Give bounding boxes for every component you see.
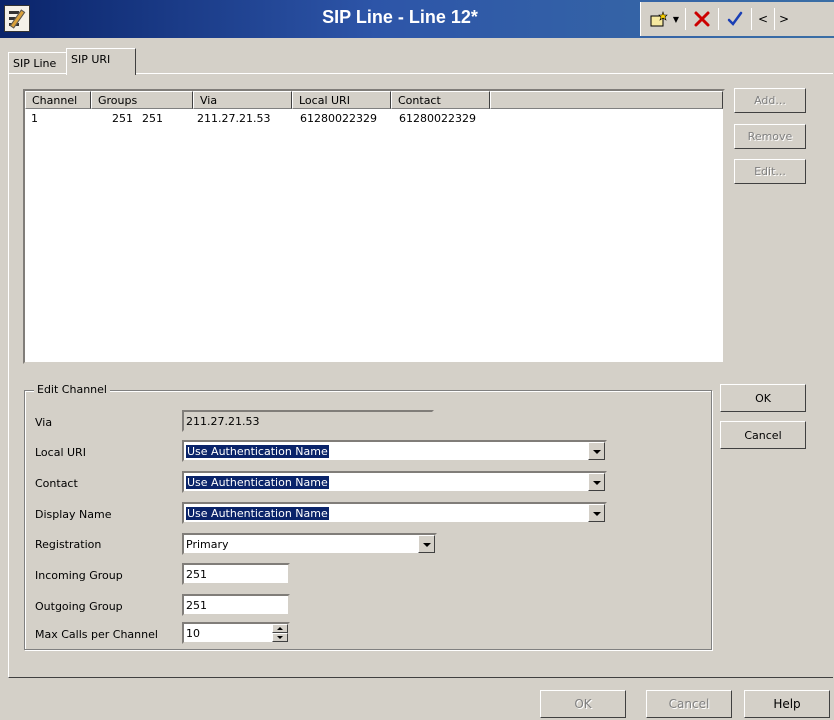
- cell-contact: 61280022329: [399, 112, 476, 125]
- incoming-group-value: 251: [186, 568, 207, 581]
- chevron-down-icon[interactable]: [588, 473, 605, 491]
- cell-via: 211.27.21.53: [197, 112, 271, 125]
- add-button[interactable]: Add...: [734, 88, 806, 113]
- max-calls-label: Max Calls per Channel: [35, 628, 158, 641]
- cell-local-uri: 61280022329: [300, 112, 377, 125]
- column-header-empty: [490, 91, 723, 109]
- chevron-down-icon[interactable]: [588, 504, 605, 522]
- previous-label: <: [757, 12, 769, 26]
- edit-button[interactable]: Edit...: [734, 159, 806, 184]
- outgoing-group-label: Outgoing Group: [35, 600, 123, 613]
- contact-label: Contact: [35, 477, 78, 490]
- confirm-button[interactable]: [723, 5, 747, 33]
- ok-button[interactable]: OK: [540, 690, 626, 718]
- display-name-dropdown[interactable]: Use Authentication Name: [182, 502, 607, 524]
- title-toolbar: ▼ < >: [640, 2, 834, 36]
- outgoing-group-value: 251: [186, 599, 207, 612]
- registration-value: Primary: [186, 538, 229, 551]
- max-calls-stepper[interactable]: 10: [182, 622, 290, 644]
- spinner[interactable]: [272, 624, 288, 642]
- title-bar: SIP Line - Line 12* ▼ < >: [0, 0, 834, 38]
- registration-label: Registration: [35, 538, 102, 551]
- toolbar-separator: [751, 8, 752, 30]
- via-label: Via: [35, 416, 53, 429]
- display-name-label: Display Name: [35, 508, 112, 521]
- spin-up-icon[interactable]: [272, 624, 288, 633]
- remove-button[interactable]: Remove: [734, 124, 806, 149]
- toolbar-separator: [774, 8, 775, 30]
- column-header-groups[interactable]: Groups: [91, 91, 193, 109]
- tab-label: SIP Line: [13, 57, 57, 70]
- channel-list-header: Channel Groups Via Local URI Contact: [25, 91, 723, 109]
- window-title: SIP Line - Line 12*: [322, 7, 478, 27]
- cell-channel: 1: [31, 112, 38, 125]
- new-document-button[interactable]: ▼: [647, 5, 681, 33]
- checkmark-icon: [727, 11, 743, 26]
- max-calls-value: 10: [186, 627, 200, 640]
- column-header-channel[interactable]: Channel: [25, 91, 91, 109]
- edit-ok-button[interactable]: OK: [720, 384, 806, 412]
- delete-x-icon: [694, 11, 710, 27]
- toolbar-separator: [685, 8, 686, 30]
- edit-channel-title: Edit Channel: [34, 383, 110, 396]
- chevron-down-icon[interactable]: [588, 442, 605, 460]
- sip-line-app-icon: [4, 5, 30, 32]
- tab-sip-uri[interactable]: SIP URI: [66, 48, 136, 75]
- toolbar-separator: [718, 8, 719, 30]
- new-document-icon: [650, 11, 668, 27]
- channel-list[interactable]: Channel Groups Via Local URI Contact 1 2…: [23, 89, 725, 364]
- next-button[interactable]: >: [779, 5, 789, 33]
- via-field: 211.27.21.53: [182, 410, 434, 432]
- contact-dropdown[interactable]: Use Authentication Name: [182, 471, 607, 493]
- registration-dropdown[interactable]: Primary: [182, 533, 437, 555]
- help-button[interactable]: Help: [744, 690, 830, 718]
- previous-button[interactable]: <: [756, 5, 770, 33]
- tab-label: SIP URI: [71, 53, 111, 66]
- local-uri-dropdown[interactable]: Use Authentication Name: [182, 440, 607, 462]
- edit-cancel-button[interactable]: Cancel: [720, 421, 806, 449]
- incoming-group-label: Incoming Group: [35, 569, 123, 582]
- outgoing-group-input[interactable]: 251: [182, 594, 290, 616]
- cancel-button[interactable]: Cancel: [646, 690, 732, 718]
- chevron-down-icon: ▼: [672, 14, 680, 24]
- column-header-contact[interactable]: Contact: [391, 91, 490, 109]
- column-header-via[interactable]: Via: [193, 91, 292, 109]
- next-label: >: [779, 12, 789, 26]
- incoming-group-input[interactable]: 251: [182, 563, 290, 585]
- cell-groups-out: 251: [142, 112, 163, 125]
- via-value: 211.27.21.53: [186, 415, 260, 428]
- cell-groups-in: 251: [112, 112, 133, 125]
- local-uri-value: Use Authentication Name: [186, 445, 329, 458]
- contact-value: Use Authentication Name: [186, 476, 329, 489]
- display-name-value: Use Authentication Name: [186, 507, 329, 520]
- delete-button[interactable]: [690, 5, 714, 33]
- column-header-local-uri[interactable]: Local URI: [292, 91, 391, 109]
- spin-down-icon[interactable]: [272, 633, 288, 642]
- local-uri-label: Local URI: [35, 446, 86, 459]
- tab-sip-line[interactable]: SIP Line: [8, 52, 68, 74]
- chevron-down-icon[interactable]: [418, 535, 435, 553]
